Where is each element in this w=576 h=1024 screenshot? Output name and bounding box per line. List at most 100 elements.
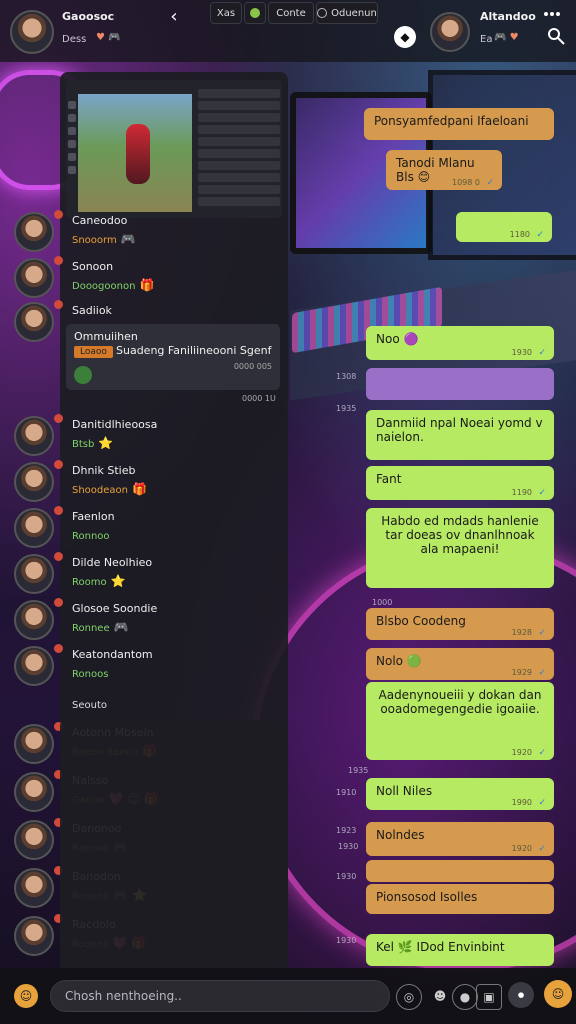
timestamp: 1935	[348, 766, 369, 775]
left-user-status: Dess	[62, 34, 87, 45]
read-check-icon: ✓	[538, 628, 546, 638]
message-bubble[interactable]: Kel 🌿 IDod Envinbint	[366, 934, 554, 966]
message-bubble[interactable]: Fant 1190 ✓	[366, 466, 554, 500]
chat-preview-text: Roomo	[72, 577, 107, 588]
read-check-icon: ✓	[538, 668, 546, 678]
menu-icon[interactable]	[540, 6, 564, 22]
read-check-icon: ✓	[536, 230, 544, 240]
chat-list-item[interactable]: Keatondantom Ronoos	[0, 642, 288, 688]
chat-preview-text: Ronnoo	[72, 531, 110, 542]
card-leaf-icon	[74, 366, 92, 384]
timestamp: 1930	[338, 842, 359, 851]
screenshot-preview[interactable]	[66, 80, 282, 218]
right-user-status: Ea	[480, 34, 493, 45]
message-bubble[interactable]	[366, 368, 554, 400]
message-bubble[interactable]: Danmiid npal Noeai yomd v naielon.	[366, 410, 554, 460]
message-text: Noll Niles	[376, 784, 433, 798]
avatar	[14, 724, 54, 764]
unread-badge	[54, 414, 63, 423]
chat-emoji: 🎮	[120, 232, 136, 246]
message-bubble[interactable]: Aadenynoueiii y dokan dan ooadomegengedi…	[366, 682, 554, 760]
message-bubble[interactable]: Habdo ed mdads hanlenie tar doeas ov dna…	[366, 508, 554, 588]
message-text: Nolndes	[376, 828, 425, 842]
game-hero	[126, 124, 150, 184]
message-bubble[interactable]: Blsbo Coodeng 1928 ✓	[366, 608, 554, 640]
avatar	[14, 868, 54, 908]
avatar	[14, 646, 54, 686]
message-time: 1929	[511, 668, 532, 677]
timestamp: 1308	[336, 372, 357, 381]
chat-list-item[interactable]: Faenlon Ronnoo	[0, 504, 288, 550]
chat-emoji: 🎁	[132, 482, 147, 496]
image-icon[interactable]: ▣	[476, 984, 502, 1010]
contact-avatar[interactable]	[430, 12, 470, 52]
chat-emoji: ⭐	[110, 574, 126, 588]
search-icon[interactable]	[544, 24, 568, 48]
emoji-icon[interactable]: ☺	[14, 984, 38, 1008]
unread-badge	[54, 598, 63, 607]
chat-list-item[interactable]: Sonoon Dooogoonon 🎁	[0, 254, 288, 300]
card-tag: Loaoo	[74, 346, 113, 358]
chat-list-item[interactable]: Dhnik Stieb Shoodeaon 🎁	[0, 458, 288, 504]
message-bubble[interactable]: Noo 🟣 1930 ✓	[366, 326, 554, 360]
read-check-icon: ✓	[538, 748, 546, 758]
chat-preview-text: Shoodeaon	[72, 485, 129, 496]
camera-icon[interactable]: ●	[452, 984, 478, 1010]
tab-globe[interactable]	[244, 2, 266, 24]
top-bar: Gaoosoc Dess ♥ 🎮 ‹ Xas Conte Oduenun ◆ A…	[0, 0, 576, 62]
read-check-icon: ✓	[538, 488, 546, 498]
chat-list-item[interactable]: Caneodoo Snooorm 🎮	[0, 208, 288, 254]
message-time: 1098 0	[452, 178, 480, 187]
chat-list-item[interactable]: Danitidlhieoosa Btsb ⭐	[0, 412, 288, 458]
sticker-icon[interactable]: ☻	[428, 984, 452, 1008]
message-bubble[interactable]: Nolndes 1920 ✓	[366, 822, 554, 856]
tab-oduenun[interactable]: Oduenun	[316, 2, 378, 24]
chat-preview: Roomo ⭐	[72, 574, 126, 588]
message-bubble[interactable]: Tanodi Mlanu Bls 😊 1098 0 ✓	[386, 150, 502, 190]
message-bubble[interactable]: Nolo 🟢 1929 ✓	[366, 648, 554, 680]
pin-icon[interactable]: ◆	[394, 26, 416, 48]
tab-conte[interactable]: Conte	[268, 2, 314, 24]
message-bubble[interactable]	[366, 860, 554, 882]
avatar	[14, 508, 54, 548]
message-bubble[interactable]: 1180 ✓	[456, 212, 552, 242]
chat-preview: Btsb ⭐	[72, 436, 113, 450]
circle-icon	[317, 8, 328, 18]
avatar	[14, 302, 54, 342]
game-scene-image	[78, 94, 192, 212]
attach-icon[interactable]: ◎	[396, 984, 422, 1010]
chat-name: Sonoon	[72, 260, 114, 273]
message-bubble[interactable]: Pionsosod Isolles	[366, 884, 554, 914]
message-text: Fant	[376, 472, 402, 486]
chat-preview: Dooogoonon 🎁	[72, 278, 154, 292]
chat-preview: Ronnee 🎮	[72, 620, 129, 634]
avatar	[14, 916, 54, 956]
unread-badge	[54, 644, 63, 653]
message-bubble[interactable]: Noll Niles 1990 ✓	[366, 778, 554, 810]
right-user-name: Altandoo	[480, 10, 536, 23]
message-text: Blsbo Coodeng	[376, 614, 466, 628]
read-check-icon: ✓	[486, 178, 494, 188]
right-user-emojis: 🎮 ♥	[494, 32, 519, 43]
avatar	[14, 416, 54, 456]
chat-name: Sadiiok	[72, 304, 112, 317]
preview-sidebar	[68, 96, 76, 179]
tab-xas[interactable]: Xas	[210, 2, 242, 24]
back-icon[interactable]: ‹	[164, 6, 184, 27]
message-input[interactable]: Chosh nenthoeing..	[50, 980, 390, 1012]
read-check-icon: ✓	[538, 844, 546, 854]
chat-list-item[interactable]: Glosoe Soondie Ronnee 🎮	[0, 596, 288, 642]
chat-emoji: 🎁	[139, 278, 155, 292]
message-bubble[interactable]: Ponsyamfedpani Ifaeloani	[364, 108, 554, 140]
chat-preview-text: Ronnee	[72, 623, 110, 634]
shared-card[interactable]: Ommuiihen Loaoo Suadeng Faniliineooni Sg…	[66, 324, 280, 390]
unread-badge	[54, 460, 63, 469]
user-avatar[interactable]	[10, 10, 54, 54]
chat-preview-text: Btsb	[72, 439, 95, 450]
chat-preview-text: Dooogoonon	[72, 281, 136, 292]
chat-preview: Shoodeaon 🎁	[72, 482, 147, 496]
mic-icon[interactable]: ⏺	[508, 982, 534, 1008]
chat-list-item[interactable]: Dilde Neolhieo Roomo ⭐	[0, 550, 288, 596]
timestamp: 1930	[336, 872, 357, 881]
send-icon[interactable]: ☺	[544, 980, 572, 1008]
